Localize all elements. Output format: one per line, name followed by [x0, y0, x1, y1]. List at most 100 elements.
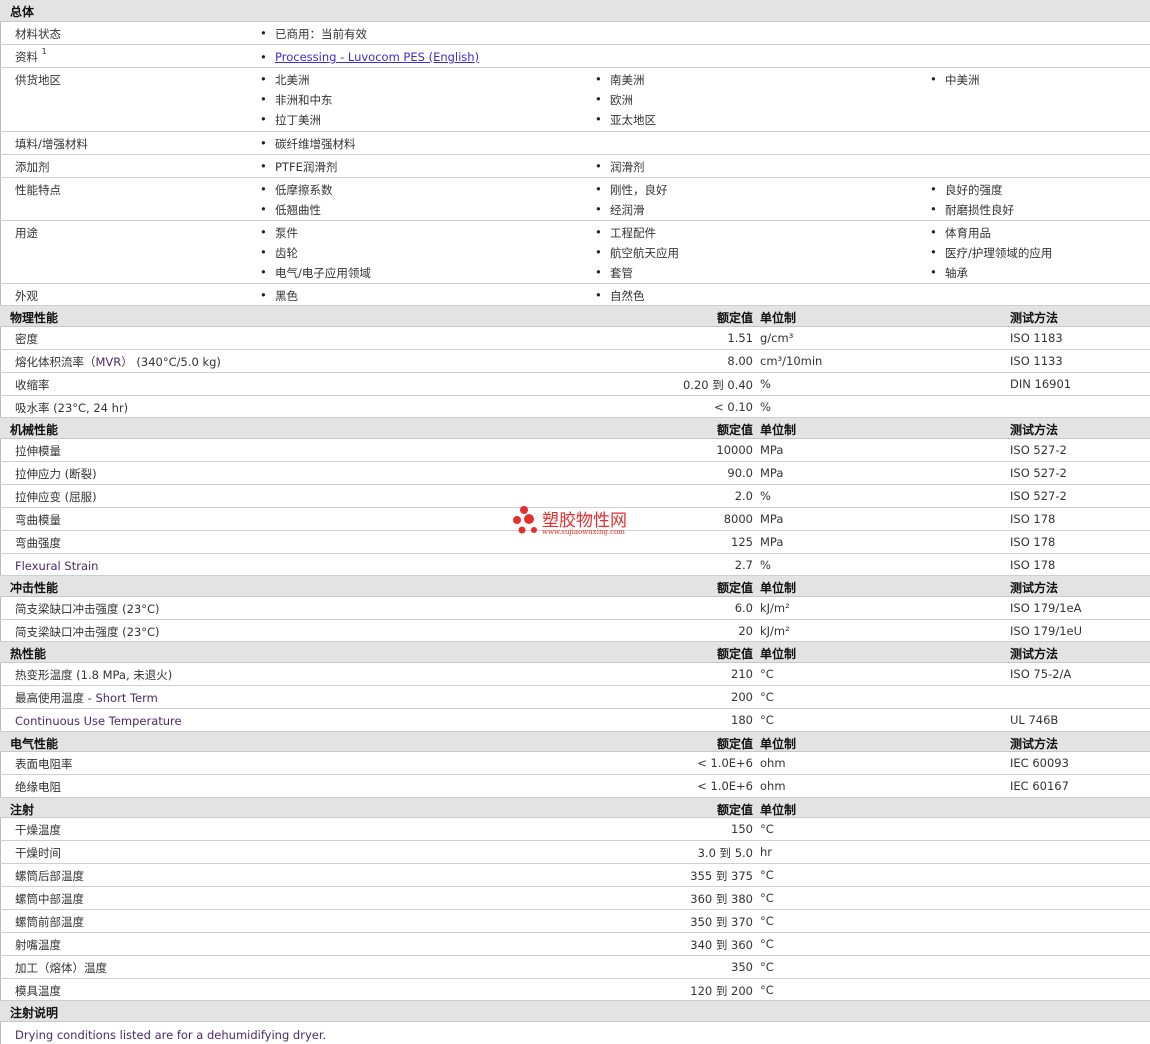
row-method: UL 746B	[1010, 713, 1059, 727]
row-value: 0.20 到 0.40	[682, 378, 753, 392]
header-unit: 单位制	[760, 311, 797, 325]
row-unit: °C	[760, 713, 774, 727]
header-unit: 单位制	[760, 423, 797, 437]
table-row: 热变形温度 (1.8 MPa, 未退火) 210 °C ISO 75-2/A	[0, 663, 1150, 686]
table-row: 表面电阻率 < 1.0E+6 ohm IEC 60093	[0, 752, 1150, 775]
row-value: 10000	[716, 443, 753, 457]
section-title: 注射说明	[10, 1006, 59, 1020]
row-label: 材料状态	[15, 27, 61, 41]
table-row: 螺筒前部温度 350 到 370 °C	[0, 910, 1150, 933]
table-row: 密度 1.51 g/cm³ ISO 1183	[0, 327, 1150, 350]
row-label: 供货地区	[15, 73, 61, 87]
table-row: 简支梁缺口冲击强度 (23°C) 6.0 kJ/m² ISO 179/1eA	[0, 597, 1150, 620]
row-unit: cm³/10min	[760, 354, 823, 368]
feature-item: 良好的强度	[930, 182, 1002, 198]
feature-item: 低翘曲性	[260, 202, 321, 218]
appearance-item: 黑色	[260, 288, 298, 304]
header-nominal: 额定值	[716, 423, 753, 437]
row-value: 210	[731, 667, 753, 681]
table-row: 熔化体积流率（MVR） (340°C/5.0 kg) 8.00 cm³/10mi…	[0, 350, 1150, 373]
region-item: 北美洲	[260, 72, 309, 88]
section-title: 总体	[10, 5, 35, 19]
table-row: 简支梁缺口冲击强度 (23°C) 20 kJ/m² ISO 179/1eU	[0, 620, 1150, 642]
feature-item: 刚性，良好	[595, 182, 667, 198]
region-item: 中美洲	[930, 72, 979, 88]
row-value: 360 到 380	[690, 892, 753, 906]
table-row: Continuous Use Temperature 180 °C UL 746…	[0, 709, 1150, 732]
row-label: 绝缘电阻	[15, 780, 61, 794]
row-label: 熔化体积流率（MVR） (340°C/5.0 kg)	[15, 355, 221, 369]
header-method: 测试方法	[1010, 311, 1059, 325]
row-unit: ohm	[760, 756, 786, 770]
row-value: 125	[731, 535, 753, 549]
row-value: 340 到 360	[690, 938, 753, 952]
row-value: 20	[738, 624, 753, 638]
row-label: 用途	[15, 226, 38, 240]
row-label: 资料 1	[15, 47, 47, 64]
row-value: 180	[731, 713, 753, 727]
row-unit: °C	[760, 868, 774, 882]
notes-text: Drying conditions listed are for a dehum…	[15, 1028, 327, 1042]
row-label: 吸水率 (23°C, 24 hr)	[15, 401, 129, 415]
row-label: 热变形温度 (1.8 MPa, 未退火)	[15, 668, 173, 682]
table-row: Flexural Strain 2.7 % ISO 178	[0, 554, 1150, 576]
use-item: 航空航天应用	[595, 245, 679, 261]
section-thermal: 热性能 额定值 单位制 测试方法	[0, 642, 1150, 663]
row-label: 螺筒后部温度	[15, 869, 84, 883]
section-title: 电气性能	[10, 737, 59, 751]
row-uses: 用途 泵件 工程配件 体育用品 齿轮 航空航天应用 医疗/护理领域的应用 电气/…	[0, 221, 1150, 284]
additive-item: PTFE润滑剂	[260, 159, 337, 175]
row-unit: %	[760, 400, 771, 414]
table-row: 绝缘电阻 < 1.0E+6 ohm IEC 60167	[0, 775, 1150, 798]
row-value: 90.0	[727, 466, 753, 480]
header-unit: 单位制	[760, 737, 797, 751]
section-general: 总体	[0, 0, 1150, 22]
region-item: 亚太地区	[595, 112, 656, 128]
header-unit: 单位制	[760, 803, 797, 817]
use-item: 轴承	[930, 265, 968, 281]
row-label: Continuous Use Temperature	[15, 714, 182, 728]
feature-item: 经润滑	[595, 202, 644, 218]
row-label: 性能特点	[15, 183, 61, 197]
row-method: ISO 1183	[1010, 331, 1063, 345]
row-method: ISO 75-2/A	[1010, 667, 1072, 681]
row-unit: hr	[760, 845, 773, 859]
row-label: 干燥时间	[15, 846, 61, 860]
row-unit: %	[760, 558, 771, 572]
filler-value: 碳纤维增强材料	[260, 136, 355, 152]
row-unit: °C	[760, 937, 774, 951]
row-unit: kJ/m²	[760, 601, 790, 615]
row-label: 收缩率	[15, 378, 50, 392]
row-additive: 添加剂 PTFE润滑剂 润滑剂	[0, 155, 1150, 178]
header-method: 测试方法	[1010, 647, 1059, 661]
row-value: 150	[731, 822, 753, 836]
row-label: 螺筒前部温度	[15, 915, 84, 929]
section-injection: 注射 额定值 单位制	[0, 798, 1150, 818]
row-method: ISO 178	[1010, 535, 1056, 549]
row-value: < 0.10	[714, 400, 753, 414]
header-unit: 单位制	[760, 581, 797, 595]
watermark-url: www.sujiaowuxing.com	[542, 528, 625, 536]
header-unit: 单位制	[760, 647, 797, 661]
datasheet-page: 总体 材料状态 已商用：当前有效 资料 1 Processing - Luvoc…	[0, 0, 1150, 1044]
row-value: 355 到 375	[690, 869, 753, 883]
table-row: 收缩率 0.20 到 0.40 % DIN 16901	[0, 373, 1150, 396]
section-physical: 物理性能 额定值 单位制 测试方法	[0, 306, 1150, 327]
appearance-item: 自然色	[595, 288, 644, 304]
row-filler: 填料/增强材料 碳纤维增强材料	[0, 132, 1150, 155]
table-row: 螺筒中部温度 360 到 380 °C	[0, 887, 1150, 910]
region-item: 欧洲	[595, 92, 633, 108]
row-label: 射嘴温度	[15, 938, 61, 952]
section-title: 物理性能	[10, 311, 59, 325]
row-unit: %	[760, 489, 771, 503]
row-method: ISO 179/1eA	[1010, 601, 1082, 615]
row-method: ISO 179/1eU	[1010, 624, 1083, 638]
row-method: IEC 60093	[1010, 756, 1069, 770]
section-electrical: 电气性能 额定值 单位制 测试方法	[0, 732, 1150, 752]
header-nominal: 额定值	[716, 737, 753, 751]
header-nominal: 额定值	[716, 803, 753, 817]
header-method: 测试方法	[1010, 737, 1059, 751]
row-value: 2.7	[734, 558, 753, 572]
row-unit: °C	[760, 667, 774, 681]
docs-link[interactable]: Processing - Luvocom PES (English)	[260, 50, 479, 64]
